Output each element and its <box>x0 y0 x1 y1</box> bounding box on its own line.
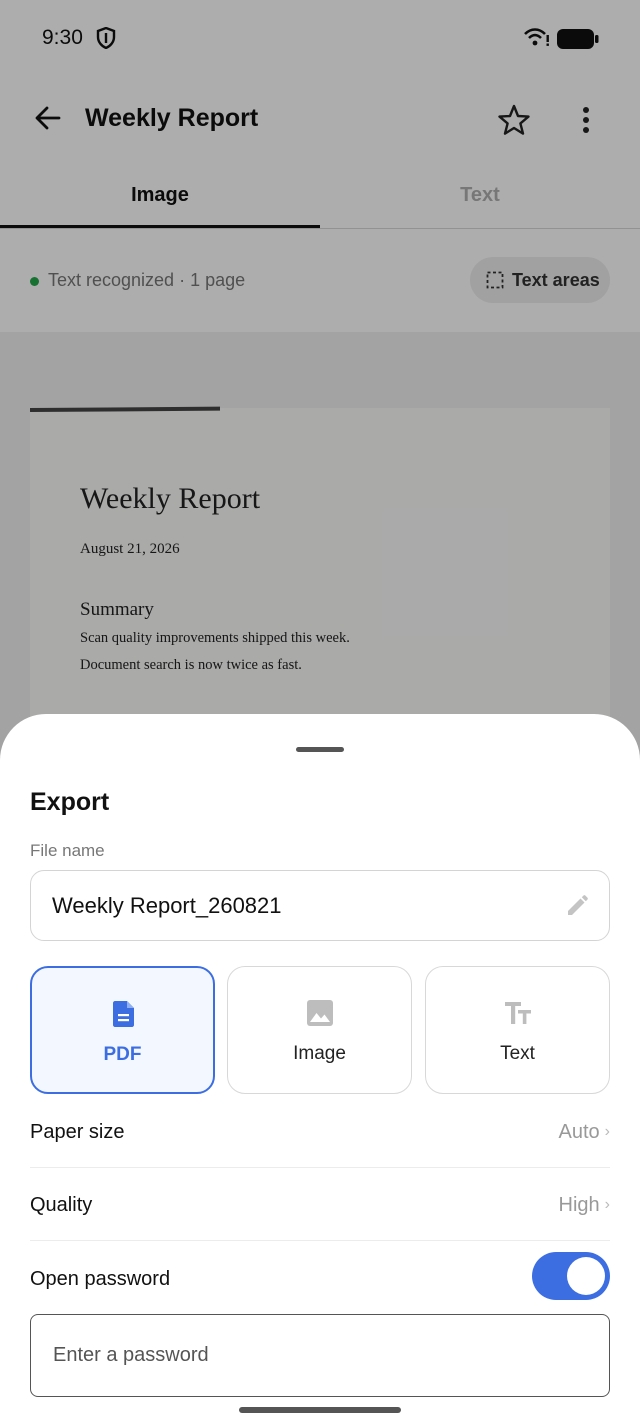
quality-value: High › <box>558 1194 610 1216</box>
quality-label: Quality <box>30 1194 93 1216</box>
edit-pencil-icon[interactable] <box>565 894 589 918</box>
format-option-text[interactable]: Text <box>425 966 610 1094</box>
home-indicator[interactable] <box>239 1407 401 1413</box>
format-option-image[interactable]: Image <box>227 966 412 1094</box>
open-password-label: Open password <box>30 1268 171 1290</box>
file-name-value: Weekly Report_260821 <box>52 893 282 918</box>
text-format-icon <box>505 1002 531 1024</box>
pdf-file-icon <box>113 1001 134 1027</box>
format-label: PDF <box>103 1044 142 1065</box>
drag-handle[interactable] <box>296 747 344 752</box>
password-field[interactable] <box>30 1314 610 1397</box>
chevron-right-icon: › <box>604 1196 610 1213</box>
open-password-toggle[interactable] <box>532 1252 610 1300</box>
export-bottom-sheet: Export File name Weekly Report_260821 PD… <box>0 714 640 1428</box>
password-input[interactable] <box>53 1315 583 1395</box>
quality-row[interactable]: Quality High › <box>30 1167 610 1241</box>
paper-size-label: Paper size <box>30 1121 125 1143</box>
image-icon <box>307 1000 333 1026</box>
format-label: Text <box>500 1043 535 1064</box>
sheet-title: Export <box>30 788 110 816</box>
format-option-pdf[interactable]: PDF <box>30 966 215 1094</box>
format-label: Image <box>293 1043 346 1064</box>
paper-size-value: Auto › <box>558 1121 610 1143</box>
file-name-field[interactable]: Weekly Report_260821 <box>30 870 610 941</box>
chevron-right-icon: › <box>604 1123 610 1140</box>
paper-size-row[interactable]: Paper size Auto › <box>30 1094 610 1168</box>
toggle-knob <box>567 1257 605 1295</box>
file-name-label: File name <box>30 841 105 860</box>
open-password-row: Open password <box>30 1241 610 1315</box>
